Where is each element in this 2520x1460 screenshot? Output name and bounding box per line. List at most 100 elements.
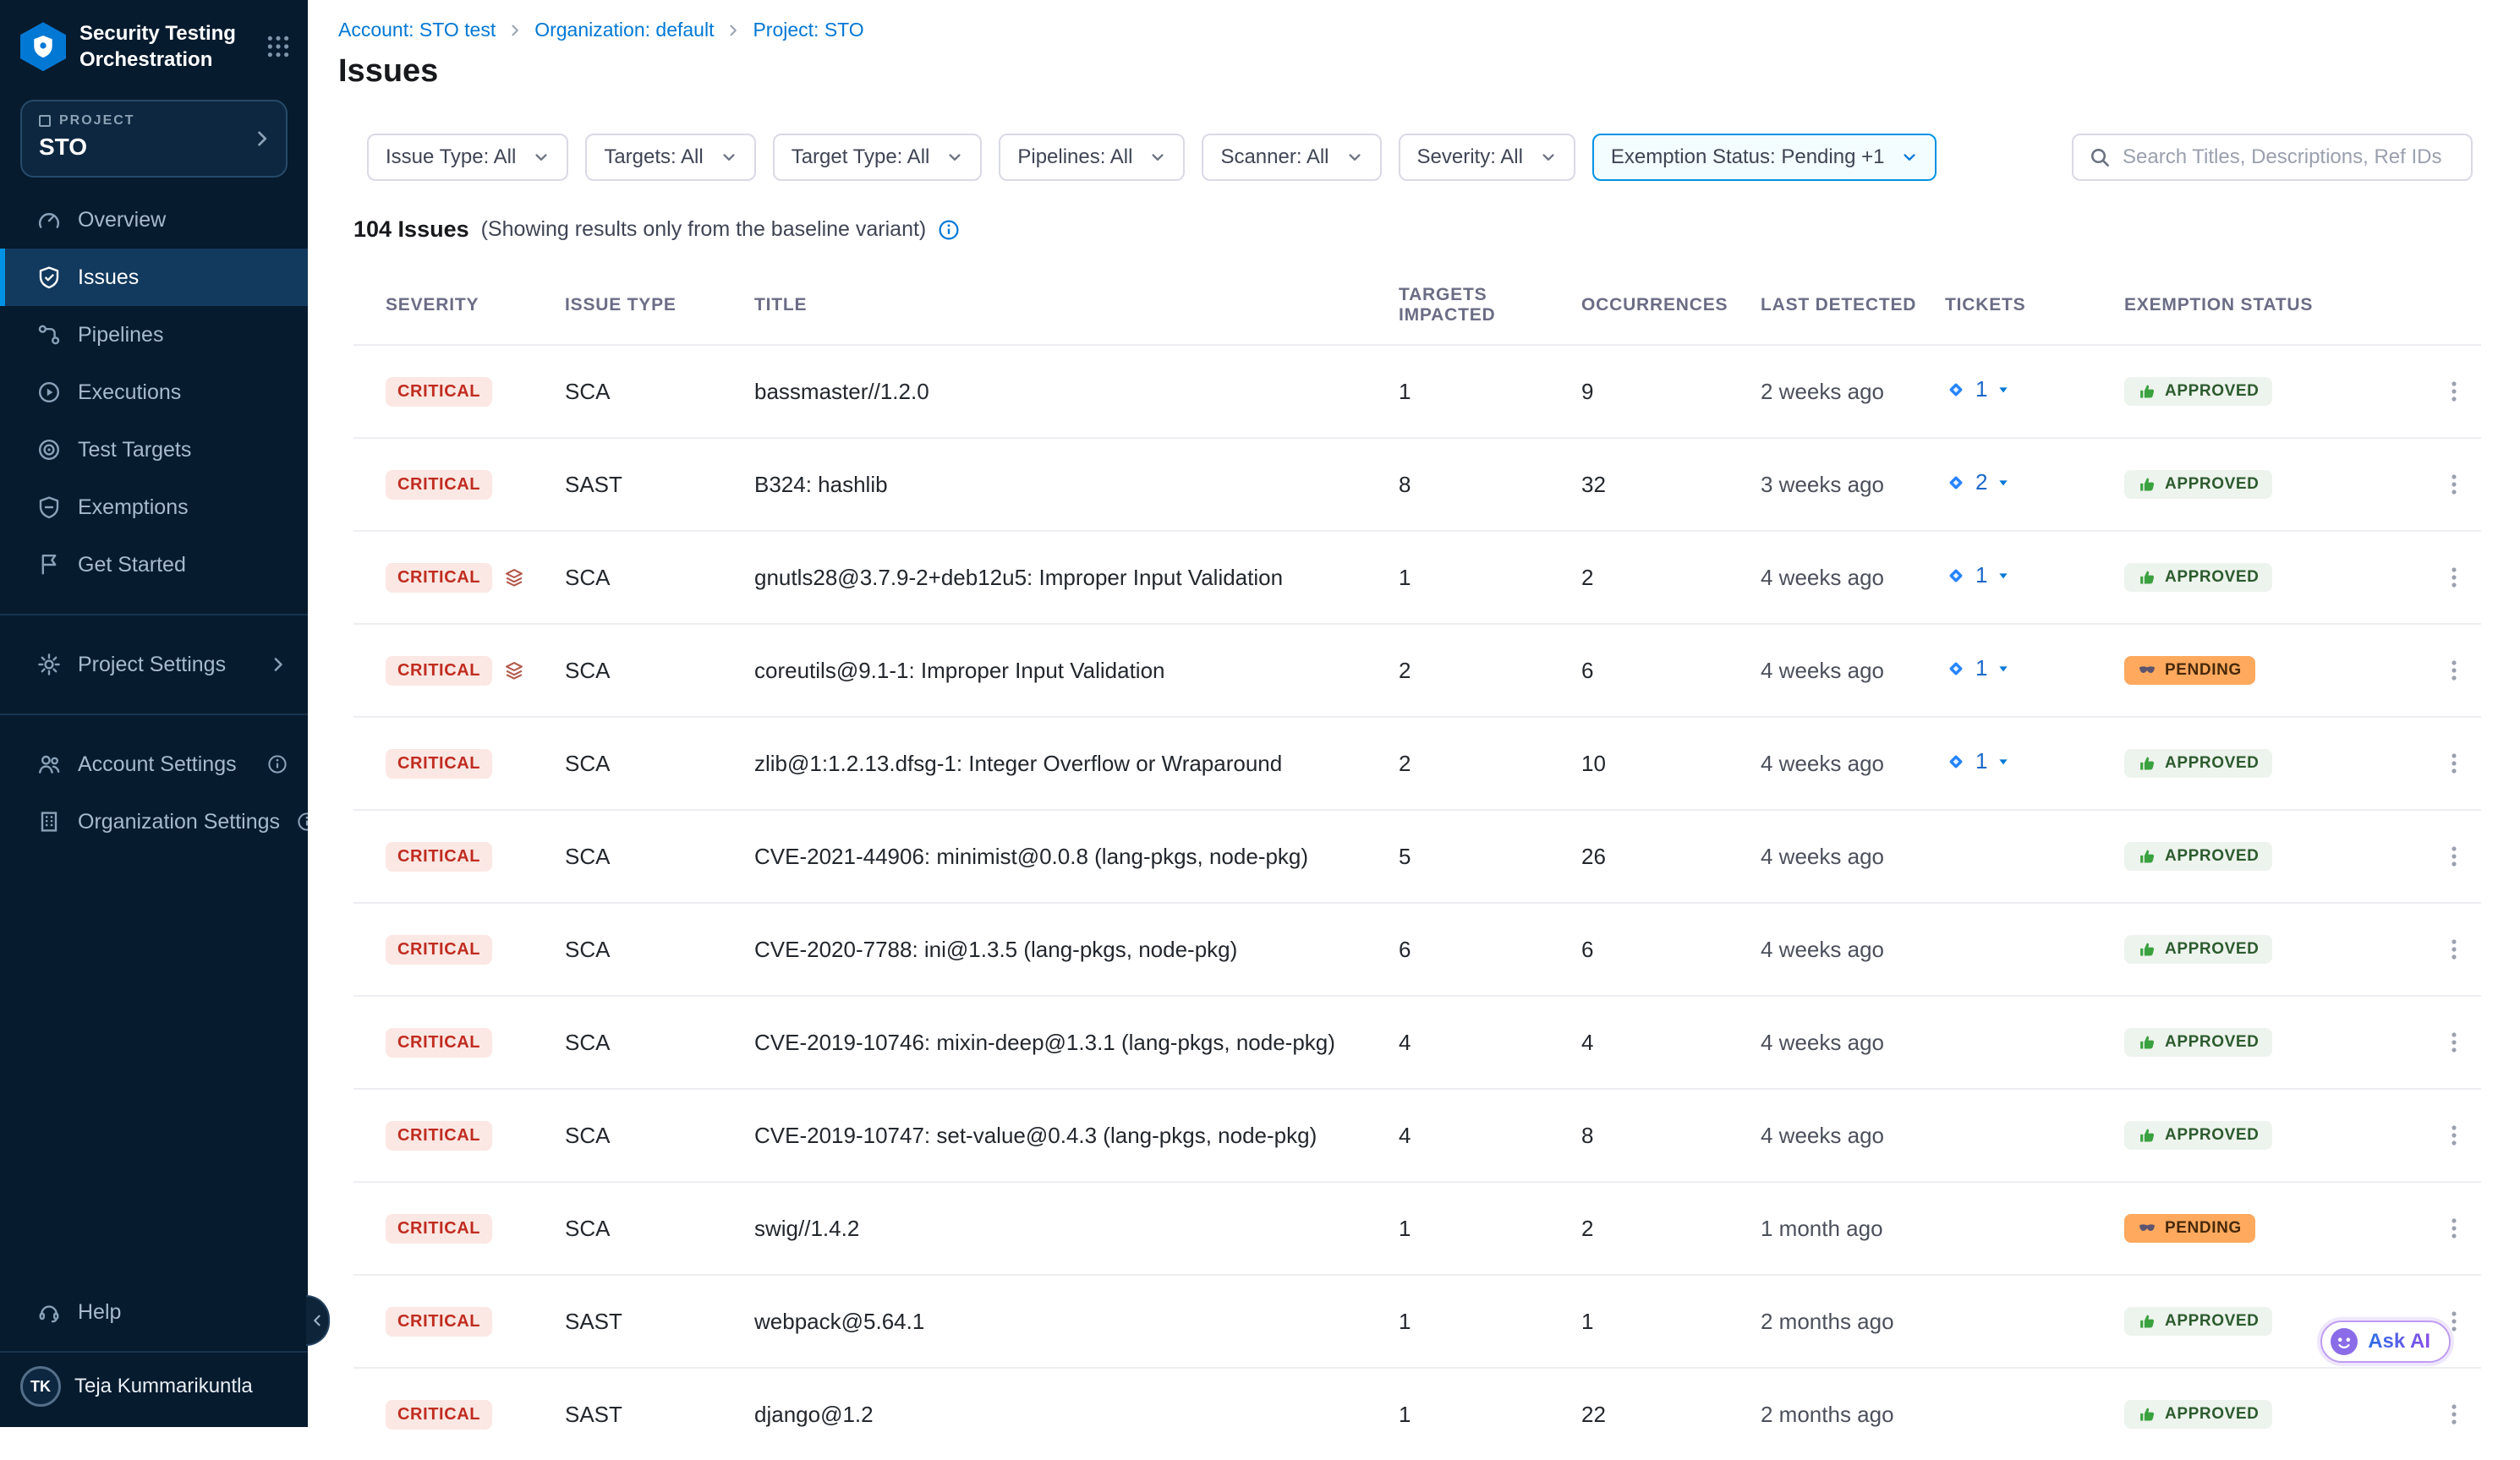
sidebar-item-overview[interactable]: Overview: [0, 191, 308, 249]
occurrences: 6: [1581, 937, 1761, 963]
breadcrumb-link[interactable]: Account: STO test: [338, 19, 496, 41]
sidebar-item-organization-settings[interactable]: Organization Settings: [0, 793, 308, 850]
exemption-status-badge: PENDING: [2124, 656, 2255, 685]
search-icon: [2089, 146, 2111, 168]
sidebar-item-executions[interactable]: Executions: [0, 364, 308, 421]
sidebar-item-exemptions[interactable]: Exemptions: [0, 478, 308, 536]
ticket-count-dropdown[interactable]: 1: [1945, 748, 2011, 774]
occurrences: 10: [1581, 751, 1761, 777]
sidebar-item-help[interactable]: Help: [0, 1283, 308, 1341]
exemption-status-cell: PENDING: [2124, 656, 2427, 686]
table-row[interactable]: CRITICALSASTwebpack@5.64.1112 months ago…: [353, 1274, 2481, 1367]
row-menu-button[interactable]: [2427, 379, 2481, 404]
ask-ai-button[interactable]: Ask AI: [2320, 1321, 2451, 1363]
sidebar-item-label: Project Settings: [78, 653, 252, 677]
row-menu-button[interactable]: [2427, 1030, 2481, 1055]
row-menu-button[interactable]: [2427, 565, 2481, 590]
row-menu-button[interactable]: [2427, 1216, 2481, 1241]
baseline-info-icon[interactable]: [938, 219, 960, 241]
search-input[interactable]: [2123, 145, 2456, 169]
table-row[interactable]: CRITICALSCAzlib@1:1.2.13.dfsg-1: Integer…: [353, 716, 2481, 809]
filter-scanner[interactable]: Scanner: All: [1202, 134, 1381, 181]
severity-badge: CRITICAL: [386, 935, 492, 965]
exemption-status-label: PENDING: [2165, 1219, 2242, 1238]
row-menu-button[interactable]: [2427, 937, 2481, 962]
exemption-status-label: APPROVED: [2165, 475, 2259, 494]
exemption-status-label: APPROVED: [2165, 568, 2259, 587]
sidebar-item-project-settings[interactable]: Project Settings: [0, 636, 308, 693]
table-row[interactable]: CRITICALSCACVE-2021-44906: minimist@0.0.…: [353, 809, 2481, 902]
occurrences: 4: [1581, 1030, 1761, 1056]
sidebar-item-label: Executions: [78, 380, 288, 405]
row-menu-button[interactable]: [2427, 472, 2481, 497]
targets-impacted: 1: [1399, 1216, 1581, 1242]
table-row[interactable]: CRITICALSCACVE-2019-10747: set-value@0.4…: [353, 1088, 2481, 1181]
sidebar-item-test-targets[interactable]: Test Targets: [0, 421, 308, 478]
kebab-icon: [2441, 1123, 2467, 1148]
filter-severity[interactable]: Severity: All: [1399, 134, 1575, 181]
filter-pipelines[interactable]: Pipelines: All: [999, 134, 1185, 181]
table-row[interactable]: CRITICALSCACVE-2019-10746: mixin-deep@1.…: [353, 995, 2481, 1088]
row-menu-button[interactable]: [2427, 751, 2481, 776]
row-menu-button[interactable]: [2427, 844, 2481, 869]
caret-down-icon: [1996, 661, 2011, 676]
table-row[interactable]: CRITICALSCAbassmaster//1.2.0192 weeks ag…: [353, 344, 2481, 437]
ticket-count-dropdown[interactable]: 2: [1945, 469, 2011, 495]
targets-impacted: 4: [1399, 1123, 1581, 1149]
filter-label: Scanner: All: [1220, 145, 1328, 169]
ticket-count: 1: [1975, 376, 1987, 402]
targets-impacted: 2: [1399, 751, 1581, 777]
last-detected: 3 weeks ago: [1761, 472, 1945, 498]
sidebar-divider: [0, 614, 308, 615]
sidebar-item-pipelines[interactable]: Pipelines: [0, 306, 308, 364]
row-menu-button[interactable]: [2427, 1402, 2481, 1427]
exemption-status-badge: APPROVED: [2124, 377, 2272, 406]
filter-targets[interactable]: Targets: All: [585, 134, 755, 181]
shield-logo-icon: [30, 34, 56, 59]
issue-type: SAST: [565, 472, 754, 498]
kebab-icon: [2441, 565, 2467, 590]
row-menu-button[interactable]: [2427, 1123, 2481, 1148]
ticket-count-dropdown[interactable]: 1: [1945, 376, 2011, 402]
breadcrumb-link[interactable]: Organization: default: [534, 19, 714, 41]
table-row[interactable]: CRITICALSCAgnutls28@3.7.9-2+deb12u5: Imp…: [353, 530, 2481, 623]
sidebar-item-issues[interactable]: Issues: [0, 249, 308, 306]
severity-cell: CRITICAL: [386, 656, 565, 686]
sidebar-item-label: Test Targets: [78, 438, 288, 462]
table-row[interactable]: CRITICALSASTdjango@1.21222 months agoAPP…: [353, 1367, 2481, 1460]
sidebar-item-label: Get Started: [78, 553, 288, 577]
severity-badge: CRITICAL: [386, 749, 492, 779]
column-header: ISSUE TYPE: [565, 295, 754, 315]
severity-cell: CRITICAL: [386, 1214, 565, 1244]
last-detected: 2 weeks ago: [1761, 379, 1945, 405]
chevron-down-icon: [1149, 149, 1166, 166]
sidebar-item-account-settings[interactable]: Account Settings: [0, 735, 308, 793]
chevron-down-icon: [533, 149, 550, 166]
filter-issue-type[interactable]: Issue Type: All: [367, 134, 568, 181]
table-row[interactable]: CRITICALSCACVE-2020-7788: ini@1.3.5 (lan…: [353, 902, 2481, 995]
kebab-icon: [2441, 844, 2467, 869]
user-menu[interactable]: TK Teja Kummarikuntla: [0, 1351, 308, 1427]
issue-type: SCA: [565, 379, 754, 405]
issues-table-header: SEVERITYISSUE TYPETITLETARGETS IMPACTEDO…: [353, 265, 2481, 344]
filter-target-type[interactable]: Target Type: All: [773, 134, 983, 181]
exemption-status-cell: APPROVED: [2124, 842, 2427, 872]
ticket-count-dropdown[interactable]: 1: [1945, 655, 2011, 681]
filter-exemption-status[interactable]: Exemption Status: Pending +1: [1592, 134, 1937, 181]
issue-type: SCA: [565, 937, 754, 963]
exemption-status-badge: APPROVED: [2124, 749, 2272, 778]
exemption-status-badge: APPROVED: [2124, 1028, 2272, 1057]
severity-cell: CRITICAL: [386, 563, 565, 593]
sidebar-item-get-started[interactable]: Get Started: [0, 536, 308, 593]
table-row[interactable]: CRITICALSCAcoreutils@9.1-1: Improper Inp…: [353, 623, 2481, 716]
breadcrumb-link[interactable]: Project: STO: [753, 19, 863, 41]
module-switcher-icon[interactable]: [266, 34, 291, 59]
row-menu-button[interactable]: [2427, 658, 2481, 683]
ticket-count-dropdown[interactable]: 1: [1945, 562, 2011, 588]
exemption-status-label: APPROVED: [2165, 382, 2259, 401]
table-row[interactable]: CRITICALSASTB324: hashlib8323 weeks ago2…: [353, 437, 2481, 530]
last-detected: 4 weeks ago: [1761, 751, 1945, 777]
table-row[interactable]: CRITICALSCAswig//1.4.2121 month agoPENDI…: [353, 1181, 2481, 1274]
jira-ticket-icon: [1945, 379, 1967, 401]
project-selector[interactable]: PROJECT STO: [20, 100, 288, 178]
